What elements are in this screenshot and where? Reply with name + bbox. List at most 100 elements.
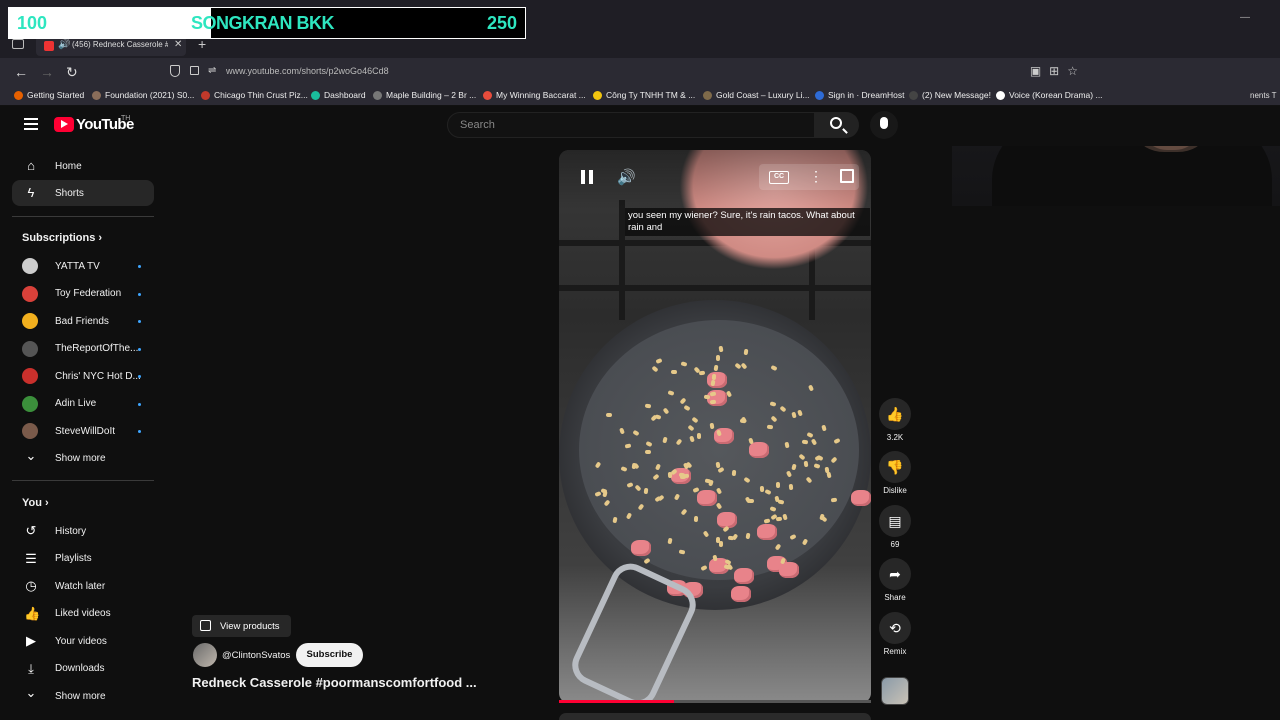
view-products-button[interactable]: View products [192,615,291,637]
bookmark-item[interactable]: Công Ty TNHH TM & ... [593,90,695,100]
subscribe-button[interactable]: Subscribe [296,643,363,667]
new-content-dot [138,265,141,268]
more-options-icon[interactable]: ⋮ [809,168,823,185]
browser-tab[interactable]: 🔊 (456) Redneck Casserole #p ✕ [36,36,186,56]
pause-icon[interactable] [581,170,593,184]
channel-avatar[interactable] [193,643,217,667]
short-video-player[interactable]: 🔊 CC ⋮ you seen my wiener? Sure, it's ra… [559,150,871,703]
bookmark-item[interactable]: Maple Building – 2 Br ... [373,90,476,100]
bookmark-item[interactable]: Sign in · DreamHost [815,90,905,100]
youtube-favicon-icon [44,41,54,51]
bookmark-item[interactable]: Dashboard [311,90,366,100]
url-action-icons[interactable]: ▣⊞☆ [1030,64,1086,78]
bookmark-item[interactable]: Getting Started [14,90,84,100]
sidebar-item-subscription[interactable]: Adin Live [12,391,154,417]
sidebar-item-subscription[interactable]: SteveWillDoIt [12,418,154,444]
onion-piece [766,424,773,429]
tab-close-icon[interactable]: ✕ [174,39,182,50]
bookmark-favicon-icon [593,90,602,100]
bookmark-label: Dashboard [324,90,366,100]
sidebar-item-liked-videos[interactable]: 👍 Liked videos [12,601,154,627]
sidebar-item-subscription[interactable]: YATTA TV [12,253,154,279]
voice-search-button[interactable] [870,111,898,139]
comment-icon[interactable]: ▤ [879,505,911,537]
onion-piece [678,549,686,555]
forward-icon[interactable]: → [40,64,54,80]
search-icon [830,117,842,129]
back-icon[interactable]: ← [14,64,28,80]
dislike-action[interactable]: 👎 Dislike [879,451,911,495]
onion-piece [803,460,809,468]
dislike-icon[interactable]: 👎 [879,451,911,483]
tab-list-icon[interactable] [12,39,24,49]
sidebar-item-watch-later[interactable]: ◷ Watch later [12,573,154,599]
tab-audio-icon[interactable]: 🔊 [58,39,70,50]
channel-avatar [22,423,38,439]
sidebar-item-downloads[interactable]: ⤓ Downloads [12,656,154,682]
remix-icon[interactable]: ⟲ [879,612,911,644]
search-button[interactable] [815,112,859,138]
bookmark-favicon-icon [703,90,712,100]
comments-action[interactable]: ▤ 69 [879,505,911,549]
sidebar-item-home[interactable]: ⌂ Home [12,153,154,179]
subscriptions-heading[interactable]: Subscriptions › [22,232,102,244]
like-icon[interactable]: 👍 [879,398,911,430]
new-content-dot [138,430,141,433]
bookmarks-overflow-text[interactable]: nents T [1250,91,1277,100]
onion-piece [711,554,718,562]
subscription-name: Bad Friends [55,315,109,327]
goal-title: SONGKRAN BKK [191,13,335,33]
menu-icon[interactable] [24,118,38,130]
sausage-slice [851,490,871,506]
sausage-slice [731,586,751,602]
reload-icon[interactable]: ↻ [66,64,78,81]
like-action[interactable]: 👍 3.2K [879,398,911,442]
window-minimize-icon[interactable]: — [1240,12,1250,23]
sidebar-item-playlists[interactable]: ☰ Playlists [12,546,154,572]
view-products-label: View products [220,621,280,632]
youtube-logo-play-icon [61,120,68,128]
subscription-name: TheReportOfThe... [55,343,139,354]
search-input[interactable]: Search [447,112,815,138]
chevron-right-icon: › [41,497,49,509]
bookmark-item[interactable]: My Winning Baccarat ... [483,90,586,100]
sidebar-item-subscription[interactable]: Toy Federation [12,281,154,307]
shorts-icon: ϟ [27,185,35,200]
sidebar-item-shorts[interactable]: ϟ Shorts [12,180,154,206]
share-icon[interactable]: ➦ [879,558,911,590]
show-more-you[interactable]: ⌄ Show more [12,683,154,709]
chevron-right-icon: › [95,232,103,244]
sidebar-item-subscription[interactable]: Chris' NYC Hot D... [12,363,154,389]
bookmark-item[interactable]: Voice (Korean Drama) ... [996,90,1103,100]
channel-name[interactable]: @ClintonSvatos [222,650,290,661]
stream-goal-bar: 100 SONGKRAN BKK 250 [8,7,526,39]
shield-icon[interactable] [170,65,180,77]
volume-icon[interactable]: 🔊 [617,168,636,186]
sidebar-item-label: Watch later [55,580,106,592]
chevron-down-icon: ⌄ [25,685,37,700]
bookmark-item[interactable]: (2) New Message! [909,90,991,100]
permissions-icon[interactable]: ⇌ [208,65,216,76]
you-heading[interactable]: You › [22,497,49,509]
address-bar[interactable]: ⇌ www.youtube.com/shorts/p2woGo46Cd8 ▣⊞☆ [160,62,1086,82]
bookmark-item[interactable]: Chicago Thin Crust Piz... [201,90,308,100]
sidebar-item-history[interactable]: ↺ History [12,518,154,544]
share-action[interactable]: ➦ Share [879,558,911,602]
sidebar-item-subscription[interactable]: TheReportOfThe... [12,336,154,362]
fullscreen-icon[interactable] [840,169,854,183]
captions-icon[interactable]: CC [769,171,789,184]
video-progress-bar[interactable] [559,700,871,703]
remix-action[interactable]: ⟲ Remix [879,612,911,656]
sidebar-item-your-videos[interactable]: ▶ Your videos [12,628,154,654]
bookmark-item[interactable]: Foundation (2021) S0... [92,90,194,100]
show-more-subscriptions[interactable]: ⌄ Show more [12,446,154,472]
next-short-preview[interactable] [559,713,871,720]
url-text[interactable]: www.youtube.com/shorts/p2woGo46Cd8 [226,66,389,76]
sidebar-divider [12,216,154,217]
sound-thumbnail[interactable] [881,677,909,705]
short-title[interactable]: Redneck Casserole #poormanscomfortfood .… [192,675,477,690]
lock-icon[interactable] [190,66,199,75]
sidebar-item-subscription[interactable]: Bad Friends [12,308,154,334]
bookmark-item[interactable]: Gold Coast – Luxury Li... [703,90,810,100]
sidebar-item-label: History [55,525,87,537]
